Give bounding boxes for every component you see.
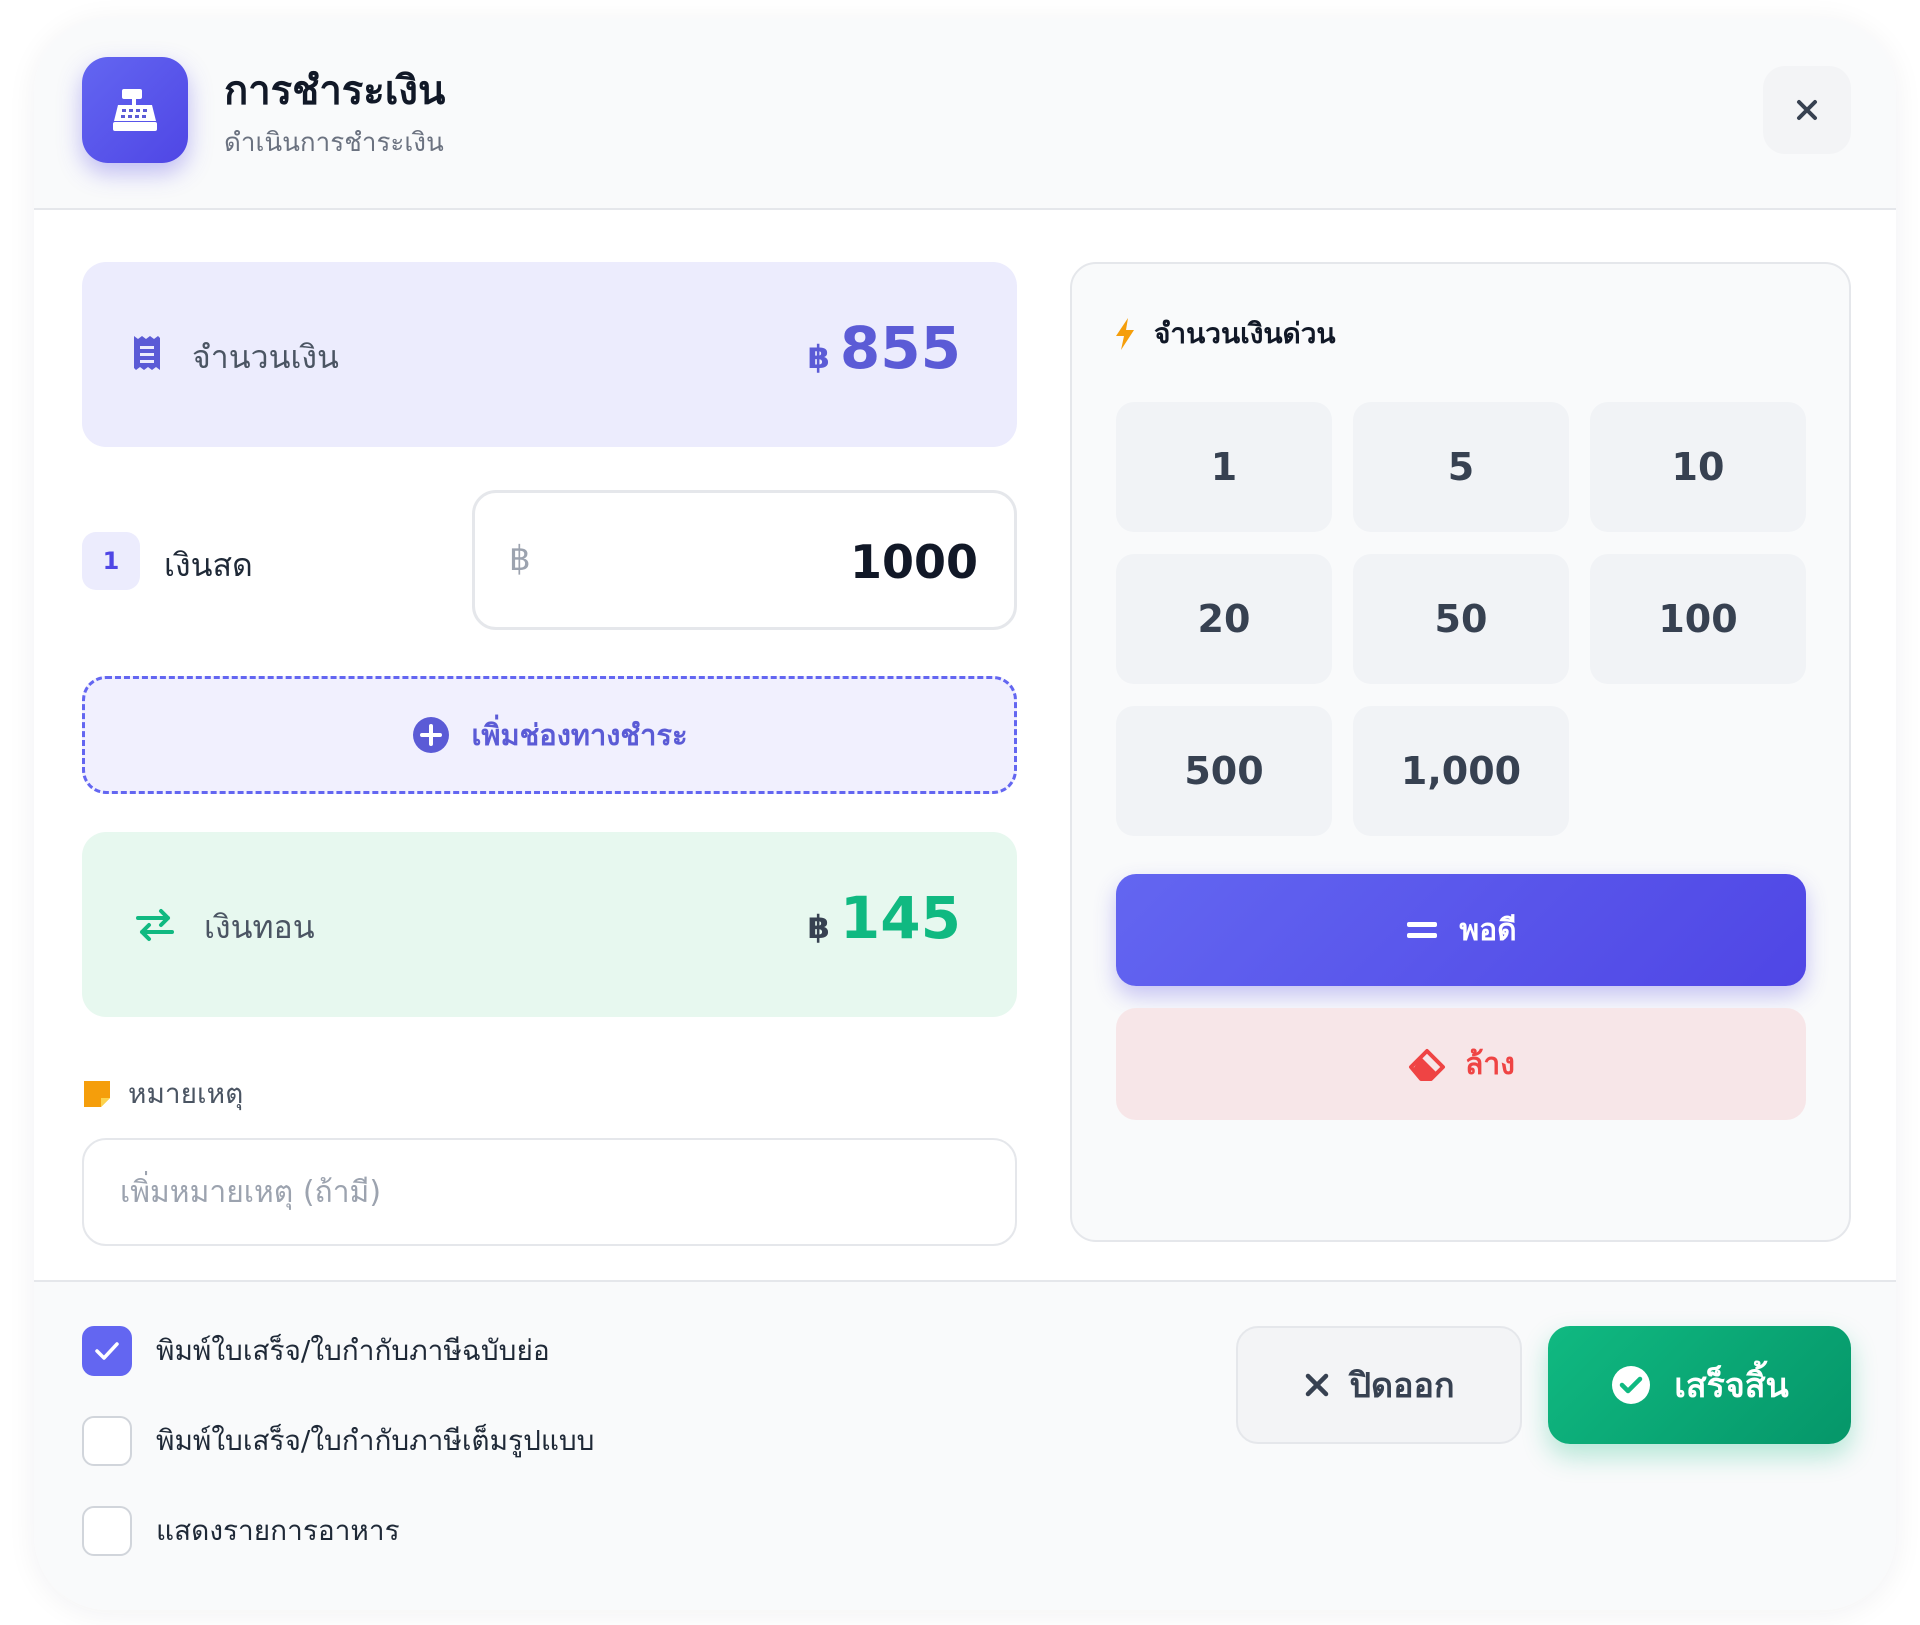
- check-icon: [95, 1342, 119, 1360]
- note-input[interactable]: [82, 1138, 1017, 1246]
- amount-due-label: จำนวนเงิน: [192, 338, 339, 376]
- receipt-icon: [134, 336, 160, 370]
- note-label-row: หมายเหตุ: [82, 1072, 243, 1116]
- quick-amount-button[interactable]: 1: [1116, 402, 1332, 532]
- option-show-food-items[interactable]: แสดงรายการอาหาร: [82, 1506, 400, 1556]
- option-label: พิมพ์ใบเสร็จ/ใบกำกับภาษีฉบับย่อ: [156, 1334, 550, 1367]
- option-label: แสดงรายการอาหาร: [156, 1514, 400, 1547]
- payment-method-label: เงินสด: [164, 546, 253, 584]
- add-payment-method-button[interactable]: เพิ่มช่องทางชำระ: [82, 676, 1017, 794]
- change-value-wrap: ฿ 145: [808, 884, 961, 952]
- modal-subtitle: ดำเนินการชำระเงิน: [224, 128, 444, 158]
- note-label: หมายเหตุ: [128, 1077, 244, 1110]
- option-print-full-receipt[interactable]: พิมพ์ใบเสร็จ/ใบกำกับภาษีเต็มรูปแบบ: [82, 1416, 594, 1466]
- close-icon: [1306, 1373, 1329, 1397]
- amount-due-card: จำนวนเงิน ฿ 855: [82, 262, 1017, 447]
- exact-amount-label: พอดี: [1459, 912, 1517, 948]
- cancel-button[interactable]: ปิดออก: [1236, 1326, 1522, 1444]
- option-print-short-receipt[interactable]: พิมพ์ใบเสร็จ/ใบกำกับภาษีฉบับย่อ: [82, 1326, 550, 1376]
- cash-register-icon: [82, 57, 188, 163]
- quick-amount-button[interactable]: 5: [1353, 402, 1569, 532]
- change-card: เงินทอน ฿ 145: [82, 832, 1017, 1017]
- exact-amount-button[interactable]: พอดี: [1116, 874, 1806, 986]
- quick-amount-button[interactable]: 10: [1590, 402, 1806, 532]
- option-label: พิมพ์ใบเสร็จ/ใบกำกับภาษีเต็มรูปแบบ: [156, 1424, 595, 1457]
- quick-amount-title-row: จำนวนเงินด่วน: [1114, 312, 1336, 356]
- checkbox-checked[interactable]: [82, 1326, 132, 1376]
- modal-title: การชำระเงิน: [224, 68, 446, 114]
- checkbox-unchecked[interactable]: [82, 1416, 132, 1466]
- change-value: 145: [839, 884, 961, 952]
- cancel-label: ปิดออก: [1349, 1366, 1455, 1406]
- bolt-icon: [1116, 318, 1134, 350]
- sticky-note-icon: [84, 1081, 110, 1107]
- change-currency: ฿: [807, 908, 830, 946]
- payment-modal: การชำระเงิน ดำเนินการชำระเงิน จำนวนเงิน …: [34, 18, 1896, 1610]
- equals-icon: [1407, 922, 1438, 938]
- close-button[interactable]: [1763, 66, 1851, 154]
- modal-header: การชำระเงิน ดำเนินการชำระเงิน: [34, 18, 1896, 210]
- amount-currency: ฿: [807, 338, 830, 376]
- clear-button[interactable]: ล้าง: [1116, 1008, 1806, 1120]
- plus-circle-icon: [413, 717, 450, 753]
- quick-amount-button[interactable]: 500: [1116, 706, 1332, 836]
- close-icon: [1797, 100, 1817, 120]
- quick-amount-button[interactable]: 100: [1590, 554, 1806, 684]
- quick-amount-button[interactable]: 1,000: [1353, 706, 1569, 836]
- quick-amount-panel: จำนวนเงินด่วน 1 5 10 20 50 100 500 1,000…: [1070, 262, 1851, 1242]
- modal-footer: พิมพ์ใบเสร็จ/ใบกำกับภาษีฉบับย่อ พิมพ์ใบเ…: [34, 1280, 1896, 1610]
- quick-amount-title: จำนวนเงินด่วน: [1154, 317, 1336, 350]
- payment-method-index: 1: [82, 532, 140, 590]
- cash-amount-field[interactable]: ฿: [472, 490, 1017, 630]
- cash-currency: ฿: [509, 539, 531, 579]
- eraser-icon: [1409, 1049, 1446, 1081]
- quick-amount-button[interactable]: 20: [1116, 554, 1332, 684]
- exchange-icon: [136, 909, 174, 941]
- quick-amount-button[interactable]: 50: [1353, 554, 1569, 684]
- cash-amount-input[interactable]: [618, 527, 978, 597]
- add-payment-method-label: เพิ่มช่องทางชำระ: [471, 718, 688, 752]
- amount-due-value-wrap: ฿ 855: [808, 314, 961, 382]
- confirm-label: เสร็จสิ้น: [1674, 1366, 1789, 1406]
- confirm-button[interactable]: เสร็จสิ้น: [1548, 1326, 1851, 1444]
- amount-due-value: 855: [839, 314, 961, 382]
- change-label: เงินทอน: [204, 908, 315, 946]
- check-circle-icon: [1612, 1366, 1651, 1404]
- clear-label: ล้าง: [1465, 1046, 1515, 1082]
- payment-method-row: 1 เงินสด ฿: [82, 490, 1017, 630]
- checkbox-unchecked[interactable]: [82, 1506, 132, 1556]
